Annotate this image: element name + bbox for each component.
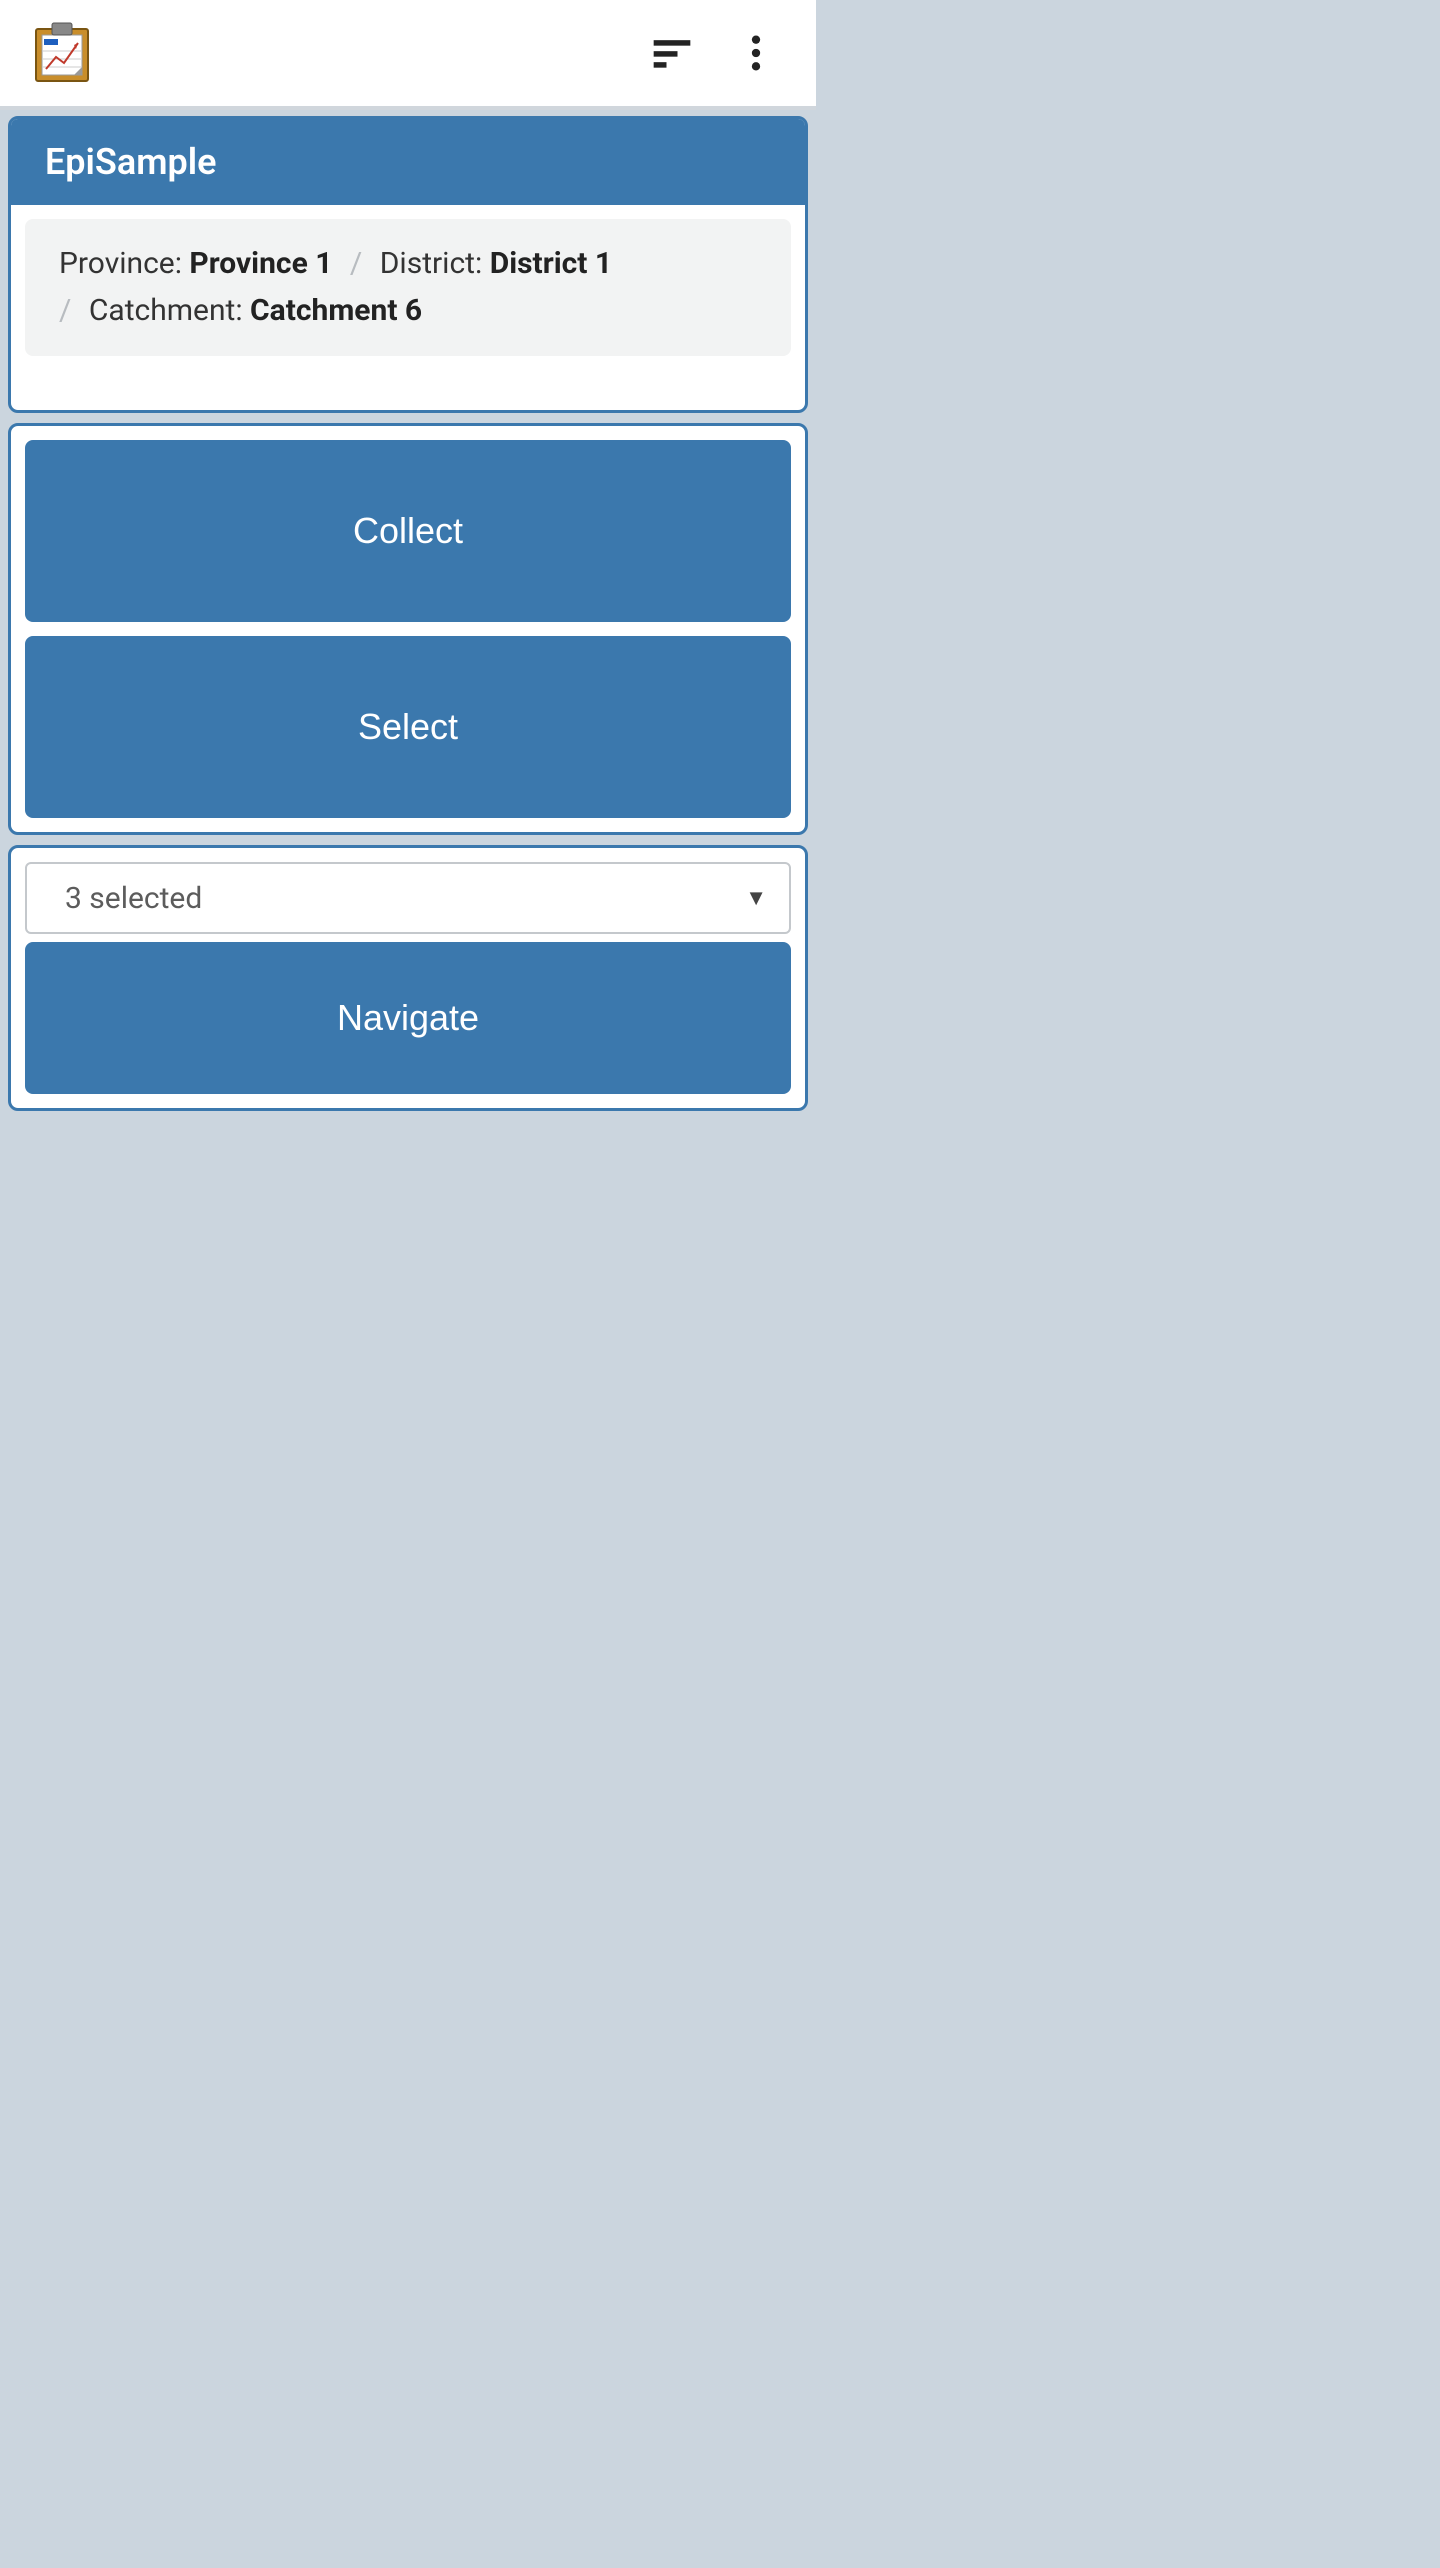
breadcrumb-separator: / <box>340 246 372 281</box>
sort-icon[interactable] <box>642 23 702 83</box>
app-bar <box>0 0 816 110</box>
chevron-down-icon: ▼ <box>745 885 767 911</box>
breadcrumb-catchment-value: Catchment 6 <box>250 293 422 328</box>
breadcrumb-catchment-label: Catchment: <box>89 293 250 328</box>
more-vert-icon[interactable] <box>726 23 786 83</box>
breadcrumb-district-value: District 1 <box>490 246 612 281</box>
breadcrumb: Province: Province 1 / District: Distric… <box>25 219 791 356</box>
breadcrumb-district-label: District: <box>380 246 490 281</box>
select-button[interactable]: Select <box>25 636 791 818</box>
clipboard-chart-icon <box>30 21 94 85</box>
collect-button[interactable]: Collect <box>25 440 791 622</box>
navigate-button[interactable]: Navigate <box>25 942 791 1094</box>
selection-dropdown-value: 3 selected <box>65 881 202 916</box>
navigate-card: 3 selected ▼ Navigate <box>8 845 808 1111</box>
selection-dropdown[interactable]: 3 selected ▼ <box>25 862 791 934</box>
breadcrumb-province-label: Province: <box>59 246 189 281</box>
actions-card: Collect Select <box>8 423 808 835</box>
breadcrumb-separator: / <box>59 293 81 328</box>
location-card: EpiSample Province: Province 1 / Distric… <box>8 116 808 413</box>
page-title: EpiSample <box>11 119 805 205</box>
breadcrumb-province-value: Province 1 <box>189 246 332 281</box>
